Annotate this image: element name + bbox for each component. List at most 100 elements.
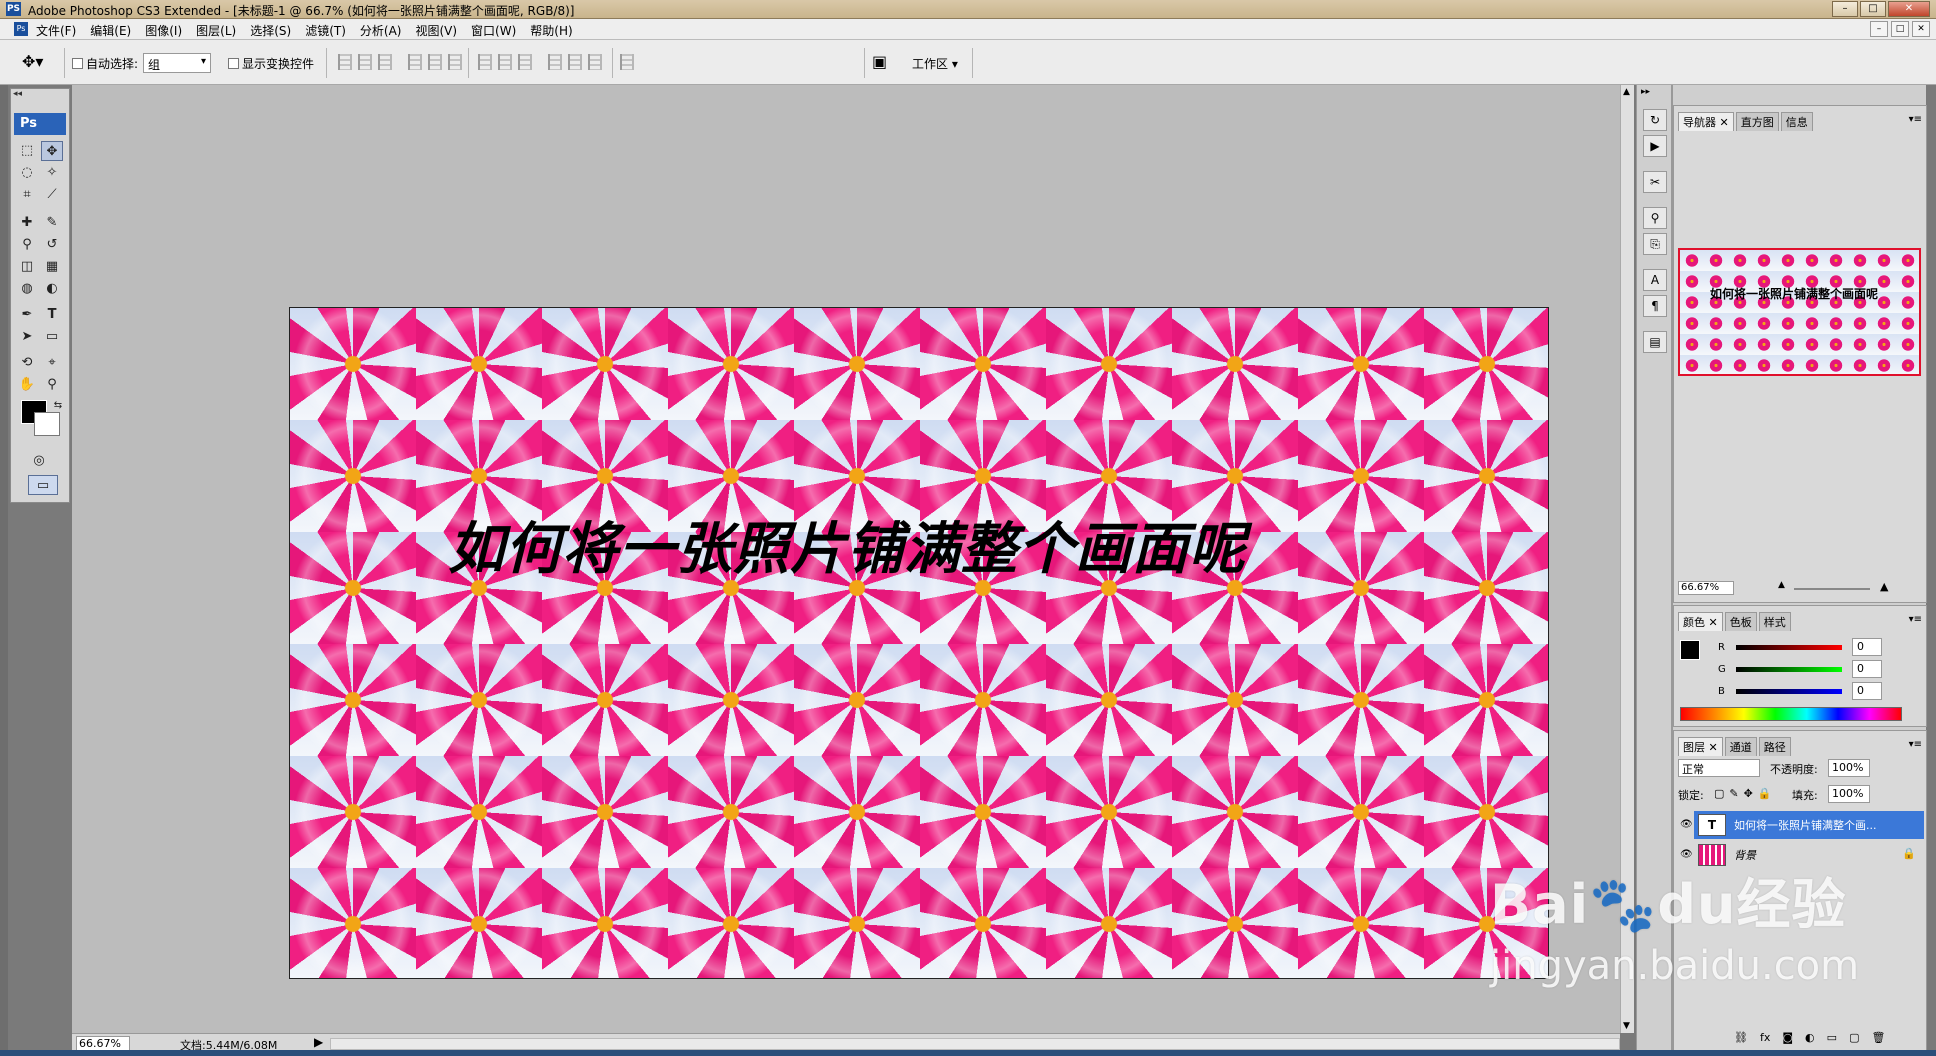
eyedropper-icon[interactable]: ⌖ bbox=[41, 353, 63, 373]
panel-menu-icon[interactable]: ▾≡ bbox=[1909, 114, 1922, 125]
menu-window[interactable]: 窗口(W) bbox=[471, 22, 516, 39]
status-menu-arrow-icon[interactable]: ▶ bbox=[314, 1035, 323, 1049]
visibility-eye-icon[interactable]: 👁 bbox=[1680, 819, 1693, 830]
canvas-text-layer[interactable]: 如何将一张照片铺满整个画面呢 bbox=[448, 504, 1246, 585]
3d-rotate-icon[interactable]: ⟲ bbox=[16, 353, 38, 373]
red-slider[interactable] bbox=[1736, 644, 1842, 650]
bridge-icon[interactable]: ▣ bbox=[872, 52, 887, 71]
zoom-icon[interactable]: ⚲ bbox=[41, 375, 63, 395]
tab-info[interactable]: 信息 bbox=[1780, 112, 1813, 131]
blue-value-field[interactable]: 0 bbox=[1852, 682, 1882, 700]
align-top-icon[interactable] bbox=[338, 54, 352, 70]
horizontal-scrollbar[interactable] bbox=[330, 1038, 1620, 1050]
quick-mask-icon[interactable]: ◎ bbox=[28, 451, 50, 471]
gradient-icon[interactable]: ▦ bbox=[41, 257, 63, 277]
new-layer-icon[interactable]: ▢ bbox=[1849, 1031, 1859, 1044]
stamp-icon[interactable]: ⚲ bbox=[16, 235, 38, 255]
adjustment-icon[interactable]: ◐ bbox=[1805, 1031, 1815, 1044]
magic-wand-icon[interactable]: ✧ bbox=[41, 163, 63, 183]
type-icon[interactable]: T bbox=[41, 305, 63, 325]
tab-histogram[interactable]: 直方图 bbox=[1735, 112, 1779, 131]
history-panel-icon[interactable]: ↻ bbox=[1643, 109, 1667, 131]
shape-icon[interactable]: ▭ bbox=[41, 327, 63, 347]
menu-layer[interactable]: 图层(L) bbox=[196, 22, 236, 39]
align-hcenter-icon[interactable] bbox=[428, 54, 442, 70]
panel-menu-icon[interactable]: ▾≡ bbox=[1909, 739, 1922, 750]
auto-select-checkbox[interactable]: 自动选择: bbox=[72, 55, 138, 72]
auto-align-icon[interactable] bbox=[620, 54, 634, 70]
scroll-down-icon[interactable]: ▼ bbox=[1623, 1021, 1630, 1031]
tab-navigator[interactable]: 导航器 ✕ bbox=[1678, 112, 1734, 131]
slice-icon[interactable]: ⟋ bbox=[41, 185, 63, 205]
menu-view[interactable]: 视图(V) bbox=[415, 22, 457, 39]
lasso-icon[interactable]: ◌ bbox=[16, 163, 38, 183]
green-slider[interactable] bbox=[1736, 666, 1842, 672]
history-brush-icon[interactable]: ↺ bbox=[41, 235, 63, 255]
opacity-field[interactable]: 100% bbox=[1828, 759, 1870, 777]
path-select-icon[interactable]: ➤ bbox=[16, 327, 38, 347]
minimize-button[interactable]: – bbox=[1832, 1, 1858, 17]
tab-color[interactable]: 颜色 ✕ bbox=[1678, 612, 1723, 631]
healing-icon[interactable]: ✚ bbox=[16, 213, 38, 233]
green-value-field[interactable]: 0 bbox=[1852, 660, 1882, 678]
navigator-thumbnail[interactable]: 如何将一张照片铺满整个画面呢 bbox=[1678, 248, 1921, 376]
group-icon[interactable]: ▭ bbox=[1827, 1031, 1837, 1044]
menu-analysis[interactable]: 分析(A) bbox=[360, 22, 402, 39]
distribute-right-icon[interactable] bbox=[588, 54, 602, 70]
collapse-toolbox-icon[interactable]: ◂◂ bbox=[13, 89, 22, 99]
workspace-menu[interactable]: 工作区 ▾ bbox=[912, 55, 958, 72]
tab-channels[interactable]: 通道 bbox=[1724, 737, 1757, 756]
character-panel-icon[interactable]: A bbox=[1643, 269, 1667, 291]
mask-icon[interactable]: ◙ bbox=[1782, 1031, 1793, 1044]
blend-mode-dropdown[interactable]: 正常 bbox=[1678, 759, 1760, 777]
layer-comps-panel-icon[interactable]: ▤ bbox=[1643, 331, 1667, 353]
color-spectrum-ramp[interactable] bbox=[1680, 707, 1902, 721]
distribute-bottom-icon[interactable] bbox=[518, 54, 532, 70]
tab-styles[interactable]: 样式 bbox=[1758, 612, 1791, 631]
blur-icon[interactable]: ◍ bbox=[16, 279, 38, 299]
tab-layers[interactable]: 图层 ✕ bbox=[1678, 737, 1723, 756]
distribute-hcenter-icon[interactable] bbox=[568, 54, 582, 70]
dock-collapse-icon[interactable]: ▸▸ bbox=[1641, 87, 1650, 97]
tool-presets-panel-icon[interactable]: ✂ bbox=[1643, 171, 1667, 193]
menu-select[interactable]: 选择(S) bbox=[250, 22, 291, 39]
fx-icon[interactable]: fx bbox=[1760, 1031, 1770, 1044]
show-transform-checkbox[interactable]: 显示变换控件 bbox=[228, 55, 314, 72]
paragraph-panel-icon[interactable]: ¶ bbox=[1643, 295, 1667, 317]
navigator-zoom-slider[interactable] bbox=[1794, 588, 1870, 590]
scroll-up-icon[interactable]: ▲ bbox=[1623, 87, 1630, 97]
close-button[interactable]: ✕ bbox=[1888, 1, 1930, 17]
zoom-in-icon[interactable]: ▲ bbox=[1880, 580, 1888, 593]
dodge-icon[interactable]: ◐ bbox=[41, 279, 63, 299]
layer-row-background[interactable]: 👁 背景 🔒 bbox=[1680, 841, 1924, 869]
pen-icon[interactable]: ✒ bbox=[16, 305, 38, 325]
clone-source-panel-icon[interactable]: ⎘ bbox=[1643, 233, 1667, 255]
layer-name[interactable]: 如何将一张照片铺满整个画... bbox=[1734, 817, 1902, 833]
canvas-workspace[interactable]: 如何将一张照片铺满整个画面呢 bbox=[72, 85, 1620, 1033]
auto-select-dropdown[interactable]: 组 bbox=[143, 53, 211, 73]
doc-close-button[interactable]: ✕ bbox=[1912, 21, 1930, 37]
menu-image[interactable]: 图像(I) bbox=[145, 22, 182, 39]
screen-mode-icon[interactable]: ▭ bbox=[28, 475, 58, 495]
distribute-top-icon[interactable] bbox=[478, 54, 492, 70]
doc-restore-button[interactable]: □ bbox=[1891, 21, 1909, 37]
blue-slider[interactable] bbox=[1736, 688, 1842, 694]
tab-swatches[interactable]: 色板 bbox=[1724, 612, 1757, 631]
document-icon[interactable]: Ps bbox=[14, 22, 28, 36]
actions-panel-icon[interactable]: ▶ bbox=[1643, 135, 1667, 157]
move-tool-preset-icon[interactable]: ✥▾ bbox=[22, 52, 43, 71]
layer-row-text[interactable]: 👁 T 如何将一张照片铺满整个画... bbox=[1680, 811, 1924, 839]
lock-options-icons[interactable]: ▢✎✥🔒 bbox=[1714, 787, 1777, 800]
fill-field[interactable]: 100% bbox=[1828, 785, 1870, 803]
document-canvas[interactable]: 如何将一张照片铺满整个画面呢 bbox=[289, 307, 1549, 979]
visibility-eye-icon[interactable]: 👁 bbox=[1680, 849, 1693, 860]
trash-icon[interactable]: 🗑 bbox=[1871, 1031, 1885, 1044]
move-icon[interactable]: ✥ bbox=[41, 141, 63, 161]
panel-menu-icon[interactable]: ▾≡ bbox=[1909, 614, 1922, 625]
maximize-button[interactable]: □ bbox=[1860, 1, 1886, 17]
distribute-vcenter-icon[interactable] bbox=[498, 54, 512, 70]
eraser-icon[interactable]: ◫ bbox=[16, 257, 38, 277]
swap-colors-icon[interactable]: ⇆ bbox=[47, 396, 69, 416]
tab-paths[interactable]: 路径 bbox=[1758, 737, 1791, 756]
brushes-panel-icon[interactable]: ⚲ bbox=[1643, 207, 1667, 229]
